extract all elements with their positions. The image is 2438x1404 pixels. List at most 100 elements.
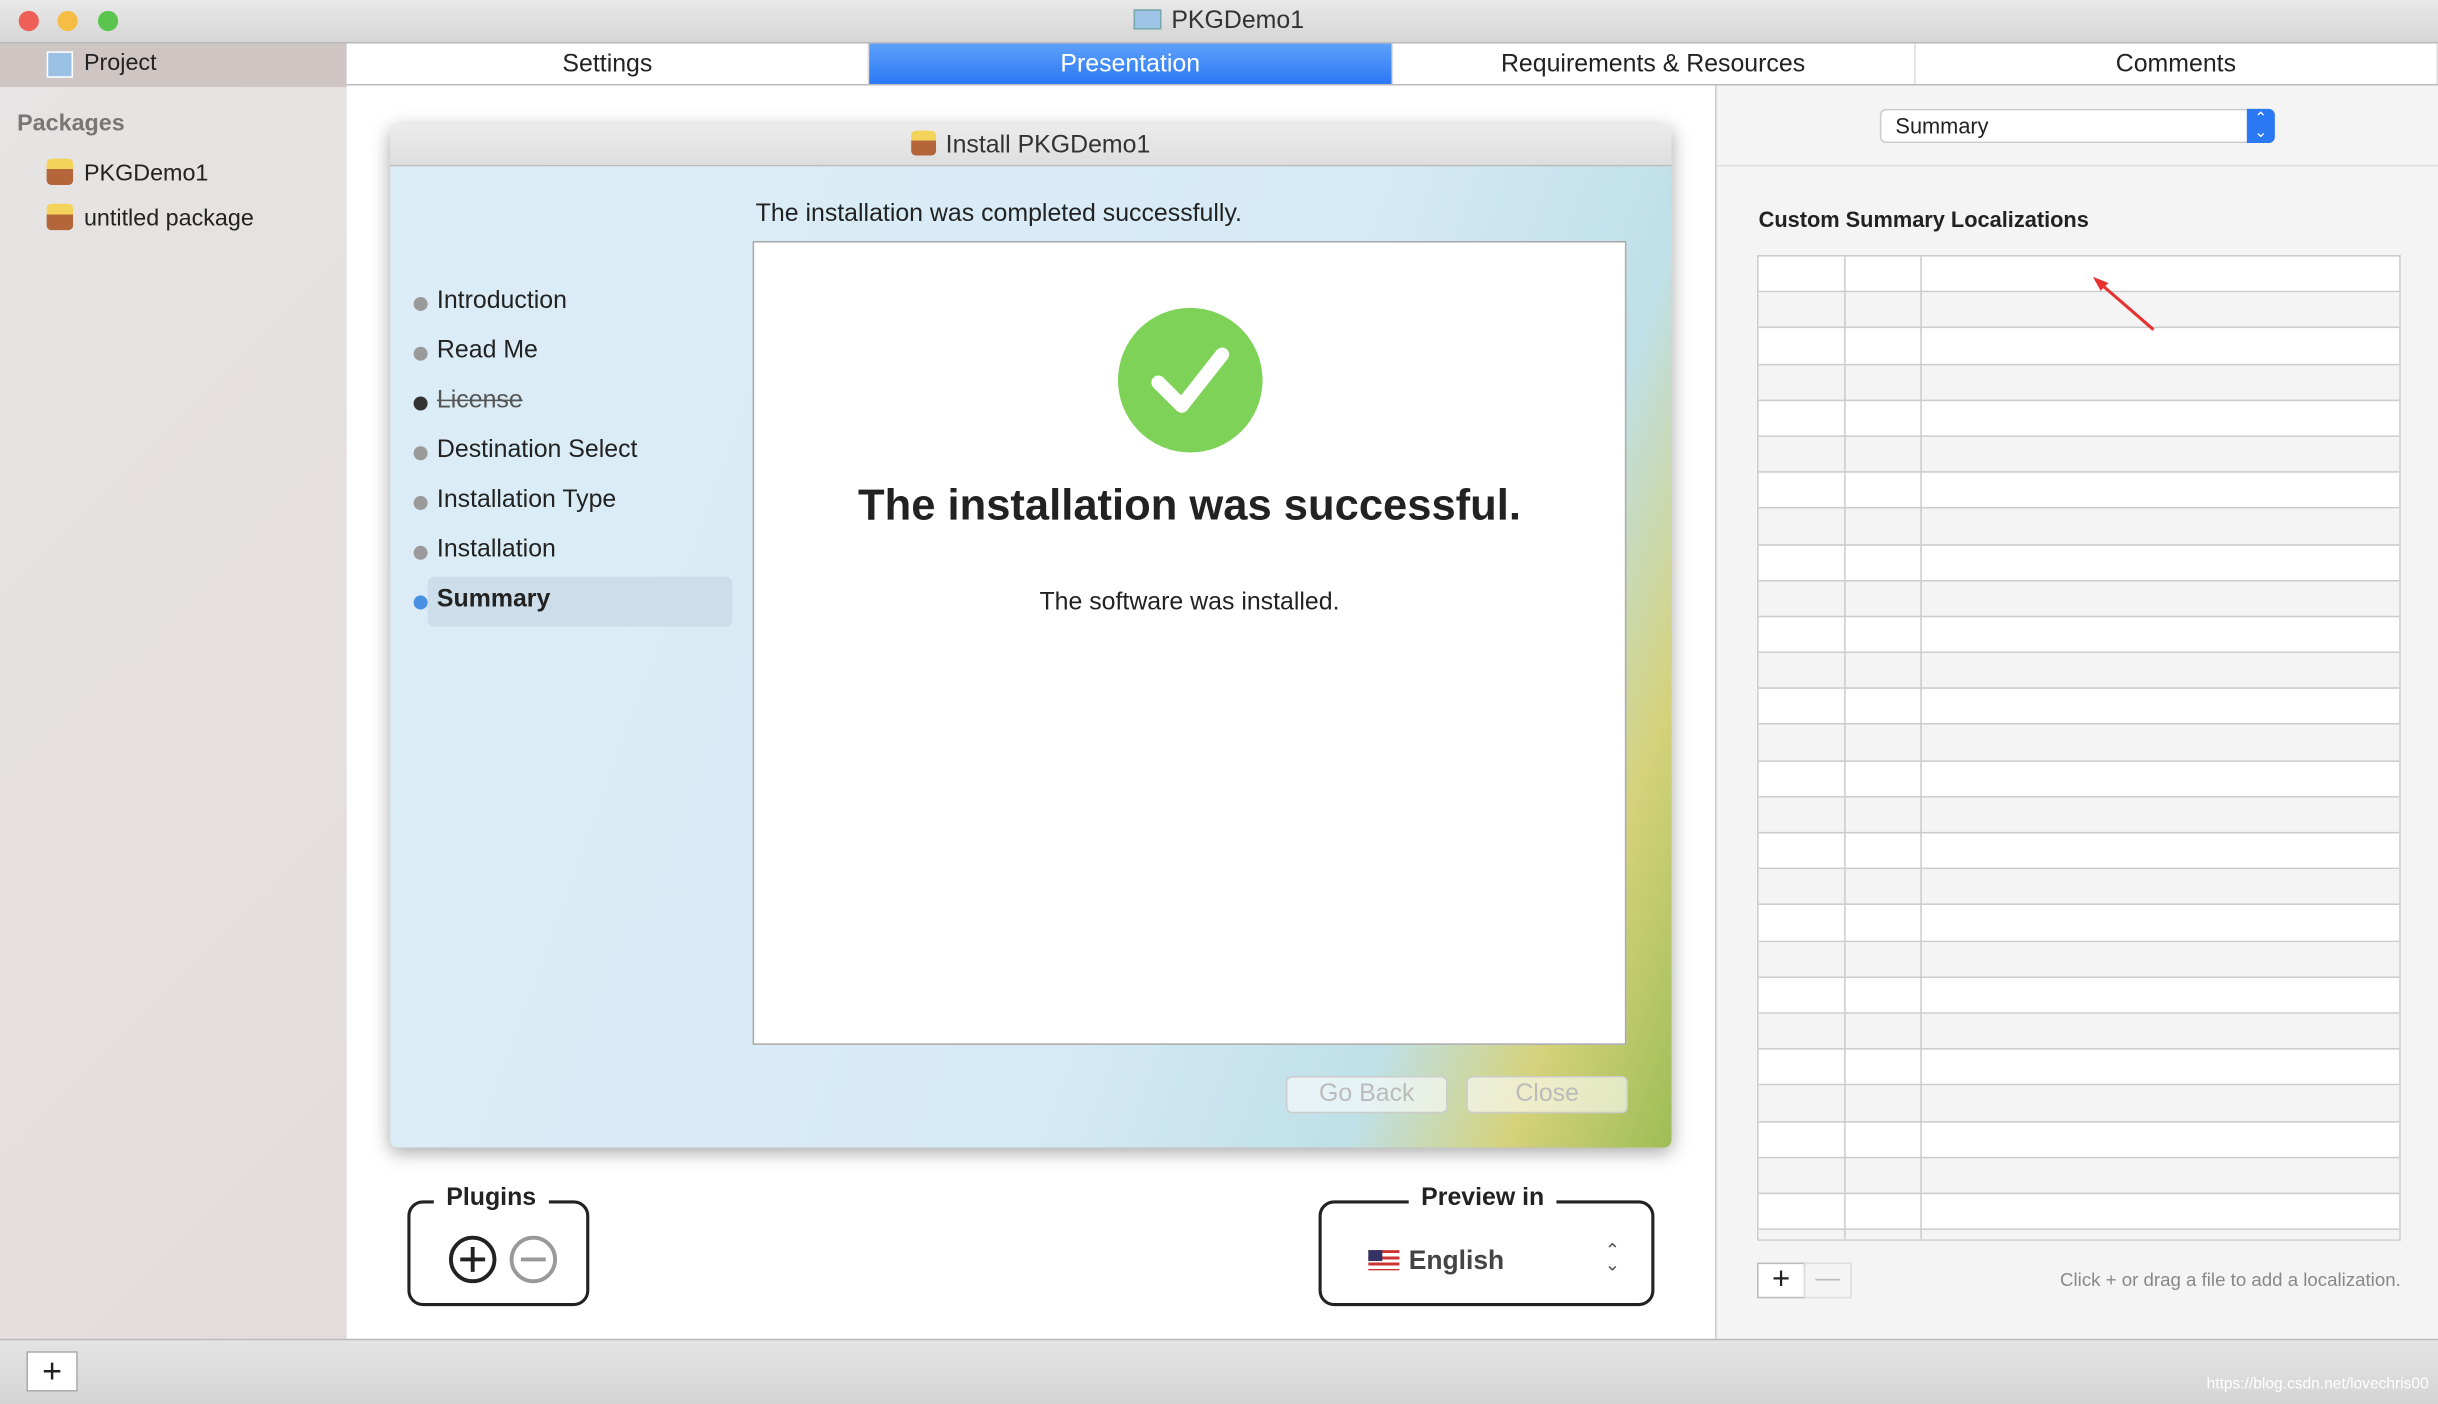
table-row[interactable]	[1758, 401, 2400, 437]
add-plugin-icon[interactable]	[448, 1235, 498, 1285]
package-icon	[911, 130, 937, 156]
red-arrow-annotation	[2092, 276, 2155, 331]
watermark: https://blog.csdn.net/lovechris00	[2206, 1376, 2429, 1394]
step-disabled-icon	[413, 396, 428, 411]
table-row[interactable]	[1758, 1085, 2400, 1122]
column-divider	[1920, 256, 1922, 1240]
table-row[interactable]	[1758, 1050, 2400, 1086]
sidebar-item-package[interactable]: PKGDemo1	[46, 158, 208, 187]
tab-requirements-resources[interactable]: Requirements & Resources	[1392, 43, 1916, 84]
step-label: Destination Select	[436, 436, 638, 464]
table-row[interactable]	[1758, 1122, 2400, 1158]
chevron-updown-icon: ⌃ ⌄	[1604, 1239, 1621, 1276]
step-installation[interactable]: Installation	[413, 536, 556, 564]
step-label: Read Me	[436, 337, 538, 364]
table-row[interactable]	[1758, 545, 2400, 582]
step-license: License	[413, 387, 523, 415]
tab-presentation[interactable]: Presentation	[869, 43, 1393, 84]
summary-dropdown[interactable]: Summary ⌃ ⌄	[1879, 108, 2275, 144]
table-row[interactable]	[1758, 833, 2400, 870]
table-rows	[1758, 257, 2400, 1240]
table-row[interactable]	[1758, 941, 2400, 978]
close-button[interactable]: Close	[1466, 1075, 1628, 1114]
plugins-group: Plugins	[407, 1184, 590, 1307]
table-row[interactable]	[1758, 1194, 2400, 1231]
project-icon	[46, 51, 74, 78]
table-row[interactable]	[1758, 1230, 2400, 1240]
step-installation-type[interactable]: Installation Type	[413, 487, 616, 515]
success-message: The software was installed.	[1039, 589, 1340, 616]
table-row[interactable]	[1758, 725, 2400, 762]
table-row[interactable]	[1758, 436, 2400, 473]
sidebar-item-project[interactable]: Project	[0, 43, 347, 88]
package-label: untitled package	[83, 205, 254, 232]
table-row[interactable]	[1758, 581, 2400, 618]
installer-preview-window: Install PKGDemo1 The installation was co…	[390, 124, 1672, 1148]
table-row[interactable]	[1758, 978, 2400, 1014]
step-label: License	[436, 387, 523, 414]
divider	[1716, 164, 2438, 167]
language-value: English	[1408, 1245, 1505, 1276]
installer-content-pane: The installation was successful. The sof…	[752, 241, 1627, 1045]
sidebar-item-package[interactable]: untitled package	[46, 203, 254, 232]
window-title: PKGDemo1	[1171, 7, 1305, 35]
zoom-window-button[interactable]	[97, 10, 119, 32]
table-row[interactable]	[1758, 689, 2400, 726]
sidebar: Project Packages PKGDemo1 untitled packa…	[0, 43, 347, 1339]
step-label: Installation	[436, 536, 556, 563]
go-back-button[interactable]: Go Back	[1285, 1075, 1448, 1114]
minimize-window-button[interactable]	[57, 10, 78, 32]
step-summary[interactable]: Summary	[413, 586, 551, 614]
plugins-label: Plugins	[433, 1184, 549, 1213]
table-row[interactable]	[1758, 617, 2400, 654]
table-row[interactable]	[1758, 1157, 2400, 1194]
table-row[interactable]	[1758, 364, 2400, 401]
installer-title: Install PKGDemo1	[945, 132, 1151, 159]
step-active-dot-icon	[413, 595, 428, 610]
project-doc-icon	[1134, 9, 1162, 30]
table-row[interactable]	[1758, 508, 2400, 545]
bottom-bar: + https://blog.csdn.net/lovechris00	[0, 1338, 2438, 1404]
table-row[interactable]	[1758, 292, 2400, 329]
add-localization-button[interactable]: +	[1757, 1262, 1806, 1299]
step-dot-icon	[413, 296, 428, 311]
step-label: Summary	[436, 586, 551, 613]
close-window-button[interactable]	[18, 10, 39, 32]
table-row[interactable]	[1758, 257, 2400, 293]
table-row[interactable]	[1758, 869, 2400, 906]
section-title: Custom Summary Localizations	[1758, 206, 2089, 232]
step-read-me[interactable]: Read Me	[413, 337, 538, 365]
dropdown-chevron-icon: ⌃ ⌄	[2246, 108, 2275, 144]
remove-plugin-icon[interactable]	[508, 1235, 558, 1285]
remove-localization-button[interactable]: —	[1803, 1262, 1852, 1299]
app-window: PKGDemo1 Project Packages PKGDemo1 untit…	[0, 0, 2438, 1404]
step-dot-icon	[413, 446, 428, 461]
package-icon	[46, 203, 74, 231]
add-package-button[interactable]: +	[26, 1351, 78, 1392]
installer-title-bar: Install PKGDemo1	[390, 124, 1672, 167]
table-row[interactable]	[1758, 653, 2400, 690]
title-bar: PKGDemo1	[0, 0, 2438, 44]
us-flag-icon	[1368, 1250, 1400, 1271]
table-row[interactable]	[1758, 797, 2400, 834]
success-title: The installation was successful.	[858, 480, 1521, 529]
tab-comments[interactable]: Comments	[1915, 43, 2438, 84]
table-row[interactable]	[1758, 329, 2400, 365]
table-row[interactable]	[1758, 906, 2400, 942]
success-checkmark-icon	[1117, 307, 1262, 453]
table-row[interactable]	[1758, 761, 2400, 798]
installer-header: The installation was completed successfu…	[755, 200, 1242, 228]
dropdown-value: Summary	[1895, 113, 1989, 139]
hint-text: Click + or drag a file to add a localiza…	[2060, 1268, 2401, 1291]
tab-settings[interactable]: Settings	[347, 43, 870, 84]
tab-bar: Settings Presentation Requirements & Res…	[346, 43, 2438, 86]
step-dot-icon	[413, 545, 428, 560]
step-destination-select[interactable]: Destination Select	[413, 436, 638, 465]
language-selector[interactable]: English	[1368, 1245, 1504, 1276]
package-icon	[46, 158, 74, 186]
installer-background: The installation was completed successfu…	[390, 166, 1672, 1148]
table-row[interactable]	[1758, 1013, 2400, 1050]
localizations-table[interactable]	[1757, 255, 2401, 1241]
step-introduction[interactable]: Introduction	[413, 288, 567, 316]
table-row[interactable]	[1758, 473, 2400, 509]
